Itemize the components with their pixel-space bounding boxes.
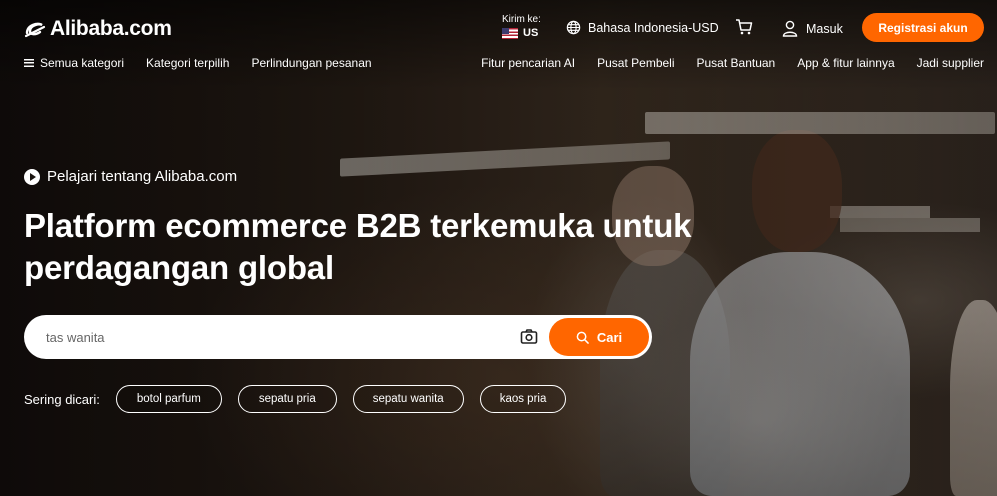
search-chip[interactable]: botol parfum bbox=[115, 385, 222, 413]
popular-searches-label: Sering dicari: bbox=[24, 391, 100, 407]
search-input[interactable] bbox=[46, 327, 506, 347]
logo-text: Alibaba.com bbox=[50, 17, 172, 40]
sign-in-label: Masuk bbox=[806, 21, 843, 36]
cart-icon bbox=[736, 19, 753, 35]
hero-headline: Platform ecommerce B2B terkemuka untuk p… bbox=[24, 205, 784, 289]
nav-app-features[interactable]: App & fitur lainnya bbox=[797, 56, 894, 70]
ship-to-label: Kirim ke: bbox=[502, 14, 541, 25]
nav-order-protection-label: Perlindungan pesanan bbox=[251, 56, 372, 70]
nav-all-categories-label: Semua kategori bbox=[40, 56, 125, 70]
ship-to-selector[interactable]: Kirim ke: US bbox=[502, 14, 541, 39]
cart-button[interactable] bbox=[735, 18, 753, 41]
hero-headline-line1: Platform ecommerce B2B terkemuka untuk bbox=[24, 207, 692, 244]
search-chip[interactable]: sepatu pria bbox=[237, 385, 337, 413]
ship-to-country-row: US bbox=[502, 27, 541, 39]
nav-ai-search[interactable]: Fitur pencarian AI bbox=[481, 56, 575, 70]
us-flag-icon bbox=[502, 27, 518, 39]
learn-about-link[interactable]: Pelajari tentang Alibaba.com bbox=[24, 168, 237, 185]
alibaba-logo-icon bbox=[24, 19, 46, 39]
language-currency-selector[interactable]: Bahasa Indonesia-USD bbox=[566, 20, 719, 35]
register-button[interactable]: Registrasi akun bbox=[862, 13, 984, 42]
nav-all-categories[interactable]: Semua kategori bbox=[24, 56, 124, 70]
search-button-label: Cari bbox=[596, 329, 623, 345]
menu-icon bbox=[24, 59, 34, 67]
language-currency-label: Bahasa Indonesia-USD bbox=[588, 20, 719, 35]
popular-searches: Sering dicari: botol parfum sepatu pria … bbox=[24, 385, 582, 413]
nav-featured-categories-label: Kategori terpilih bbox=[146, 56, 230, 70]
search-button[interactable]: Cari bbox=[549, 318, 649, 356]
nav-left: Semua kategori Kategori terpilih Perlind… bbox=[24, 56, 372, 70]
image-search-button[interactable] bbox=[520, 328, 538, 346]
search-chip[interactable]: kaos pria bbox=[479, 385, 567, 413]
ship-to-country: US bbox=[523, 27, 539, 39]
main-nav: Semua kategori Kategori terpilih Perlind… bbox=[0, 56, 997, 72]
nav-right: Fitur pencarian AI Pusat Pembeli Pusat B… bbox=[481, 56, 984, 70]
search-bar: Cari bbox=[24, 315, 652, 359]
camera-icon bbox=[520, 329, 538, 344]
play-icon bbox=[24, 168, 40, 185]
hero-headline-line2: perdagangan global bbox=[24, 249, 334, 286]
nav-order-protection[interactable]: Perlindungan pesanan bbox=[251, 56, 371, 70]
learn-about-label: Pelajari tentang Alibaba.com bbox=[47, 168, 238, 185]
search-icon bbox=[576, 331, 589, 344]
top-header: Alibaba.com Kirim ke: US Bahasa Indonesi… bbox=[0, 0, 997, 56]
alibaba-logo[interactable]: Alibaba.com bbox=[24, 17, 172, 41]
user-icon bbox=[782, 20, 798, 37]
nav-featured-categories[interactable]: Kategori terpilih bbox=[146, 56, 229, 70]
sign-in-link[interactable]: Masuk bbox=[782, 20, 843, 37]
nav-help-center[interactable]: Pusat Bantuan bbox=[697, 56, 776, 70]
nav-become-supplier[interactable]: Jadi supplier bbox=[917, 56, 984, 70]
globe-icon bbox=[566, 20, 581, 35]
search-chip[interactable]: sepatu wanita bbox=[352, 385, 464, 413]
nav-buyer-center[interactable]: Pusat Pembeli bbox=[597, 56, 674, 70]
